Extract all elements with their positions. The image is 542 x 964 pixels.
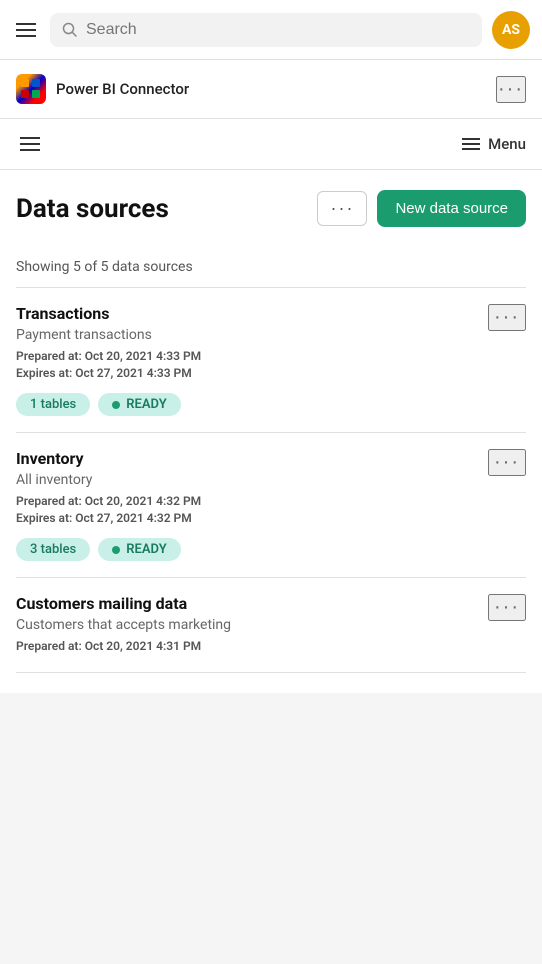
- status-label: READY: [126, 397, 166, 412]
- item-info: Transactions Payment transactions Prepar…: [16, 304, 488, 383]
- page-title: Data sources: [16, 194, 169, 224]
- page-header: Data sources ··· New data source: [16, 190, 526, 227]
- secondary-hamburger-button[interactable]: [16, 133, 44, 155]
- app-icon: [16, 74, 46, 104]
- search-input[interactable]: [86, 21, 470, 39]
- list-item: Customers mailing data Customers that ac…: [16, 578, 526, 673]
- item-info: Inventory All inventory Prepared at: Oct…: [16, 449, 488, 528]
- status-dot: [112, 546, 120, 554]
- item-name: Inventory: [16, 449, 488, 468]
- item-header: Inventory All inventory Prepared at: Oct…: [16, 449, 526, 528]
- tables-tag: 1 tables: [16, 393, 90, 416]
- item-expires: Expires at: Oct 27, 2021 4:32 PM: [16, 511, 488, 525]
- item-description: Payment transactions: [16, 327, 488, 343]
- status-label: READY: [126, 542, 166, 557]
- list-item: Transactions Payment transactions Prepar…: [16, 288, 526, 433]
- item-name: Customers mailing data: [16, 594, 488, 613]
- item-info: Customers mailing data Customers that ac…: [16, 594, 488, 656]
- item-prepared: Prepared at: Oct 20, 2021 4:32 PM: [16, 494, 488, 508]
- item-tags: 3 tables READY: [16, 538, 526, 561]
- item-description: All inventory: [16, 472, 488, 488]
- item-more-button[interactable]: ···: [488, 304, 526, 331]
- item-tags: 1 tables READY: [16, 393, 526, 416]
- hamburger-button[interactable]: [12, 19, 40, 41]
- page-content: Data sources ··· New data source Showing…: [0, 170, 542, 693]
- status-dot: [112, 401, 120, 409]
- app-more-button[interactable]: ···: [496, 76, 526, 103]
- menu-label: Menu: [488, 135, 526, 153]
- app-title: Power BI Connector: [56, 80, 189, 98]
- item-description: Customers that accepts marketing: [16, 617, 488, 633]
- secondary-nav: Menu: [0, 119, 542, 170]
- status-badge: READY: [98, 393, 180, 416]
- item-expires: Expires at: Oct 27, 2021 4:33 PM: [16, 366, 488, 380]
- showing-count: Showing 5 of 5 data sources: [16, 247, 526, 288]
- tables-tag: 3 tables: [16, 538, 90, 561]
- search-container[interactable]: [50, 13, 482, 47]
- item-name: Transactions: [16, 304, 488, 323]
- item-header: Customers mailing data Customers that ac…: [16, 594, 526, 656]
- header-actions: ··· New data source: [317, 190, 526, 227]
- menu-icon: [462, 137, 480, 151]
- menu-button[interactable]: Menu: [462, 135, 526, 153]
- item-prepared: Prepared at: Oct 20, 2021 4:31 PM: [16, 639, 488, 653]
- page-more-button[interactable]: ···: [317, 191, 367, 226]
- item-header: Transactions Payment transactions Prepar…: [16, 304, 526, 383]
- new-data-source-button[interactable]: New data source: [377, 190, 526, 227]
- search-icon: [62, 22, 78, 38]
- avatar[interactable]: AS: [492, 11, 530, 49]
- list-item: Inventory All inventory Prepared at: Oct…: [16, 433, 526, 578]
- status-badge: READY: [98, 538, 180, 561]
- item-prepared: Prepared at: Oct 20, 2021 4:33 PM: [16, 349, 488, 363]
- item-more-button[interactable]: ···: [488, 449, 526, 476]
- app-bar-left: Power BI Connector: [16, 74, 189, 104]
- item-more-button[interactable]: ···: [488, 594, 526, 621]
- top-bar: AS: [0, 0, 542, 60]
- app-bar: Power BI Connector ···: [0, 60, 542, 119]
